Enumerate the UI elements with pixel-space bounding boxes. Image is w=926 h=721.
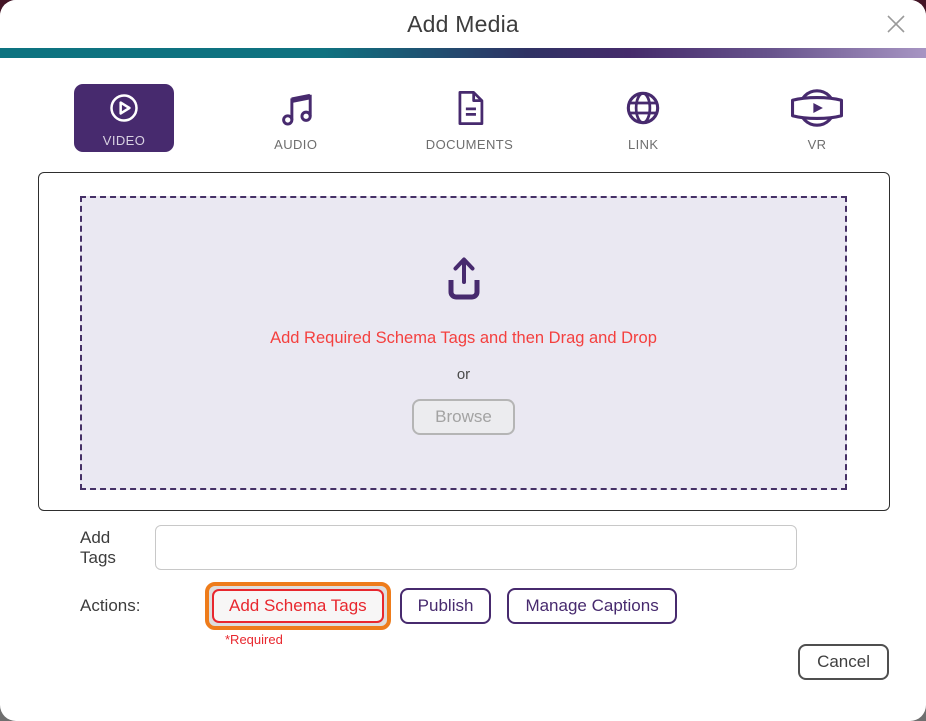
add-tags-label: Add Tags (80, 527, 116, 567)
vr-360-icon (788, 86, 846, 130)
tab-audio[interactable]: AUDIO (244, 84, 348, 152)
dialog-header: Add Media (0, 0, 926, 48)
upload-card: Add Required Schema Tags and then Drag a… (38, 172, 890, 511)
media-type-tabs: VIDEO AUDIO DOCUMENTS LINK VR (0, 58, 926, 152)
footer-row: Cancel (0, 644, 889, 680)
dropzone-or-text: or (456, 365, 471, 383)
tab-vr-label: VR (807, 137, 827, 152)
actions-row: Actions: Add Schema Tags Publish Manage … (80, 582, 926, 647)
close-icon[interactable] (882, 10, 910, 38)
tab-vr[interactable]: VR (765, 84, 869, 152)
add-tags-input[interactable] (155, 525, 797, 570)
actions-label: Actions: (80, 596, 141, 615)
tab-video-label: VIDEO (102, 133, 146, 148)
required-note: *Required (225, 632, 283, 647)
upload-icon (440, 252, 488, 307)
tab-documents[interactable]: DOCUMENTS (418, 84, 522, 152)
dropzone-instruction: Add Required Schema Tags and then Drag a… (270, 328, 657, 347)
tab-link-label: LINK (627, 137, 659, 152)
publish-button[interactable]: Publish (399, 588, 492, 624)
music-note-icon (274, 86, 318, 130)
play-circle-icon (104, 88, 144, 128)
document-icon (448, 86, 492, 130)
dialog-title: Add Media (407, 10, 519, 37)
add-tags-row: Add Tags (80, 525, 926, 570)
tab-documents-label: DOCUMENTS (425, 137, 514, 152)
add-schema-tags-button[interactable]: Add Schema Tags (212, 589, 384, 623)
header-gradient-divider (0, 48, 926, 58)
cancel-button[interactable]: Cancel (798, 644, 889, 680)
tab-link[interactable]: LINK (591, 84, 695, 152)
add-media-dialog: Add Media VIDEO AUDIO DOCUMENTS LINK VR … (0, 0, 926, 721)
manage-captions-button[interactable]: Manage Captions (507, 588, 677, 624)
tab-video[interactable]: VIDEO (74, 84, 174, 152)
highlight-annotation: Add Schema Tags (205, 582, 391, 630)
globe-icon (621, 86, 665, 130)
browse-button[interactable]: Browse (412, 398, 515, 435)
drag-drop-zone[interactable]: Add Required Schema Tags and then Drag a… (80, 196, 847, 490)
tab-audio-label: AUDIO (274, 137, 318, 152)
